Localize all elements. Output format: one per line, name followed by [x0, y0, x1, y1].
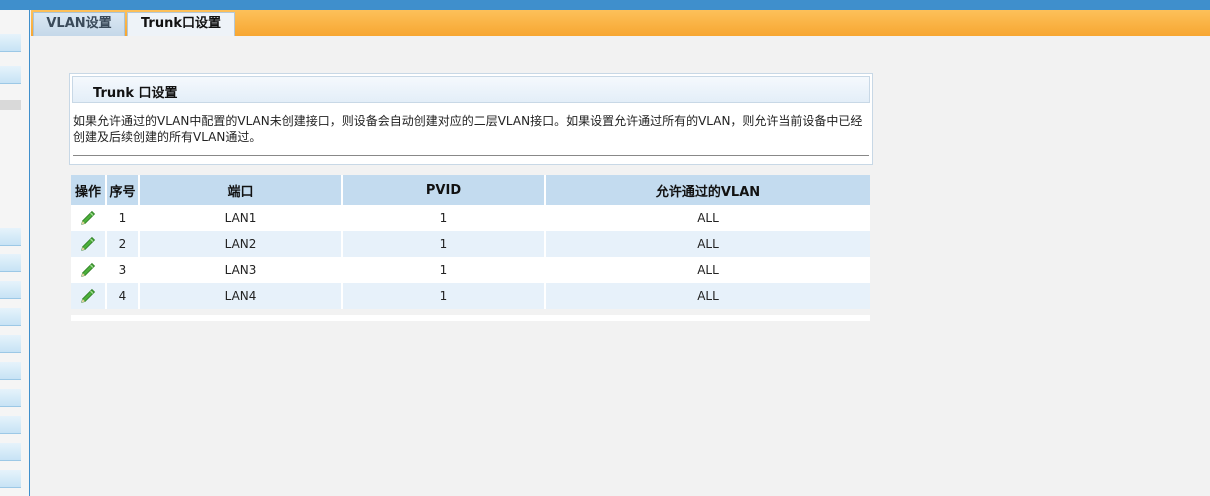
sidebar-item[interactable]: [0, 281, 21, 299]
pencil-edit-icon[interactable]: [80, 210, 96, 226]
sidebar-item[interactable]: [0, 34, 21, 52]
row-port: LAN2: [139, 231, 343, 257]
panel-header: Trunk 口设置: [72, 76, 870, 103]
row-allowed-vlan: ALL: [545, 231, 870, 257]
tab-trunk-settings[interactable]: Trunk口设置: [127, 12, 235, 36]
row-port: LAN3: [139, 257, 343, 283]
sidebar-item[interactable]: [0, 470, 21, 488]
sidebar-item[interactable]: [0, 362, 21, 380]
row-port: LAN4: [139, 283, 343, 309]
tab-bar: VLAN设置 Trunk口设置: [31, 10, 1210, 36]
row-pvid: 1: [342, 283, 546, 309]
pencil-edit-icon[interactable]: [80, 262, 96, 278]
table-row: 1 LAN1 1 ALL: [71, 205, 870, 231]
row-index: 4: [106, 283, 140, 309]
row-index: 3: [106, 257, 140, 283]
tab-vlan-settings[interactable]: VLAN设置: [33, 12, 125, 36]
sidebar-item[interactable]: [0, 66, 21, 84]
row-pvid: 1: [342, 231, 546, 257]
left-sidebar-strip: [0, 10, 30, 496]
pencil-edit-icon[interactable]: [80, 288, 96, 304]
row-allowed-vlan: ALL: [545, 205, 870, 231]
sidebar-item[interactable]: [0, 228, 21, 246]
table-row: 4 LAN4 1 ALL: [71, 283, 870, 309]
sidebar-item[interactable]: [0, 254, 21, 272]
panel-title: Trunk 口设置: [93, 86, 178, 101]
pencil-edit-icon[interactable]: [80, 236, 96, 252]
table-row: 2 LAN2 1 ALL: [71, 231, 870, 257]
row-index: 1: [106, 205, 140, 231]
row-pvid: 1: [342, 205, 546, 231]
trunk-settings-panel: Trunk 口设置 如果允许通过的VLAN中配置的VLAN未创建接口，则设备会自…: [69, 73, 873, 165]
column-header-pvid: PVID: [342, 175, 546, 205]
column-header-index: 序号: [106, 175, 140, 205]
sidebar-item[interactable]: [0, 335, 21, 353]
table-footer-space: [71, 315, 870, 321]
sidebar-item[interactable]: [0, 416, 21, 434]
column-header-port: 端口: [139, 175, 343, 205]
sidebar-item[interactable]: [0, 443, 21, 461]
column-header-allowed-vlan: 允许通过的VLAN: [545, 175, 870, 205]
edit-cell: [71, 231, 107, 257]
column-header-action: 操作: [71, 175, 107, 205]
sidebar-item[interactable]: [0, 308, 21, 326]
trunk-port-table: 操作 序号 端口 PVID 允许通过的VLAN 1 LAN1 1 ALL 2 L…: [71, 175, 870, 309]
top-bar: [0, 0, 1210, 10]
row-pvid: 1: [342, 257, 546, 283]
divider: [73, 155, 869, 156]
row-index: 2: [106, 231, 140, 257]
row-allowed-vlan: ALL: [545, 283, 870, 309]
table-header-row: 操作 序号 端口 PVID 允许通过的VLAN: [71, 175, 870, 205]
row-port: LAN1: [139, 205, 343, 231]
edit-cell: [71, 257, 107, 283]
row-allowed-vlan: ALL: [545, 257, 870, 283]
edit-cell: [71, 283, 107, 309]
sidebar-item[interactable]: [0, 389, 21, 407]
main-content: Trunk 口设置 如果允许通过的VLAN中配置的VLAN未创建接口，则设备会自…: [31, 36, 1210, 496]
table-row: 3 LAN3 1 ALL: [71, 257, 870, 283]
edit-cell: [71, 205, 107, 231]
panel-description: 如果允许通过的VLAN中配置的VLAN未创建接口，则设备会自动创建对应的二层VL…: [73, 114, 863, 144]
sidebar-divider: [0, 100, 21, 110]
